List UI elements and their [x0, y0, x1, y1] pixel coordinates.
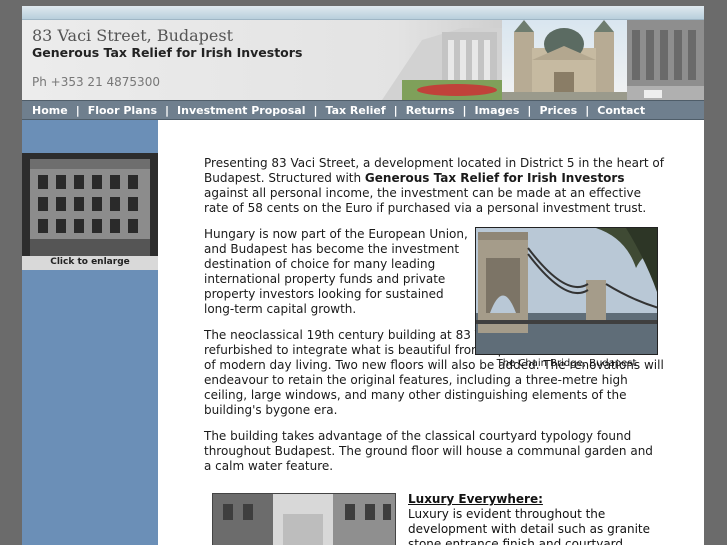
nav-investment-proposal[interactable]: Investment Proposal: [177, 104, 305, 117]
luxury-section: Luxury Everywhere: Luxury is evident thr…: [408, 492, 668, 545]
luxury-heading: Luxury Everywhere:: [408, 492, 543, 506]
phone-number: Ph +353 21 4875300: [32, 75, 160, 89]
nav-separator: |: [527, 103, 532, 117]
intro-paragraph: Presenting 83 Vaci Street, a development…: [204, 156, 664, 216]
nav-images[interactable]: Images: [475, 104, 520, 117]
nav-separator: |: [585, 103, 590, 117]
nav-home[interactable]: Home: [32, 104, 68, 117]
intro-bold: Generous Tax Relief for Irish Investors: [364, 171, 625, 185]
page: 83 Vaci Street, Budapest Generous Tax Re…: [22, 6, 704, 545]
nav-separator: |: [462, 103, 467, 117]
site-header: 83 Vaci Street, Budapest Generous Tax Re…: [22, 6, 704, 100]
courtyard-paragraph: The building takes advantage of the clas…: [204, 429, 653, 473]
chain-bridge-caption: The Chain Bridge, Budapest: [496, 358, 637, 369]
nav-tax-relief[interactable]: Tax Relief: [326, 104, 386, 117]
luxury-text: Luxury is evident throughout the develop…: [408, 507, 651, 545]
site-subtitle: Generous Tax Relief for Irish Investors: [32, 45, 303, 60]
nav-prices[interactable]: Prices: [539, 104, 577, 117]
enlarge-caption[interactable]: Click to enlarge: [22, 257, 158, 267]
chain-bridge-photo[interactable]: [475, 227, 658, 355]
left-sidebar: Click to enlarge: [22, 120, 158, 545]
header-photo-collage: [382, 20, 704, 100]
nav-contact[interactable]: Contact: [597, 104, 645, 117]
nav-returns[interactable]: Returns: [406, 104, 455, 117]
nav-floor-plans[interactable]: Floor Plans: [88, 104, 157, 117]
building-thumbnail[interactable]: [22, 153, 158, 256]
intro-text-end: against all personal income, the investm…: [204, 186, 647, 215]
nav-separator: |: [393, 103, 398, 117]
street-photo[interactable]: [212, 493, 396, 545]
main-nav: Home | Floor Plans | Investment Proposal…: [22, 100, 704, 120]
site-title: 83 Vaci Street, Budapest: [32, 26, 234, 45]
chain-bridge-figure: The Chain Bridge, Budapest: [475, 227, 658, 369]
nav-separator: |: [165, 103, 170, 117]
eu-paragraph: Hungary is now part of the European Unio…: [204, 227, 468, 316]
header-band: [22, 6, 704, 20]
nav-separator: |: [313, 103, 318, 117]
nav-separator: |: [75, 103, 80, 117]
